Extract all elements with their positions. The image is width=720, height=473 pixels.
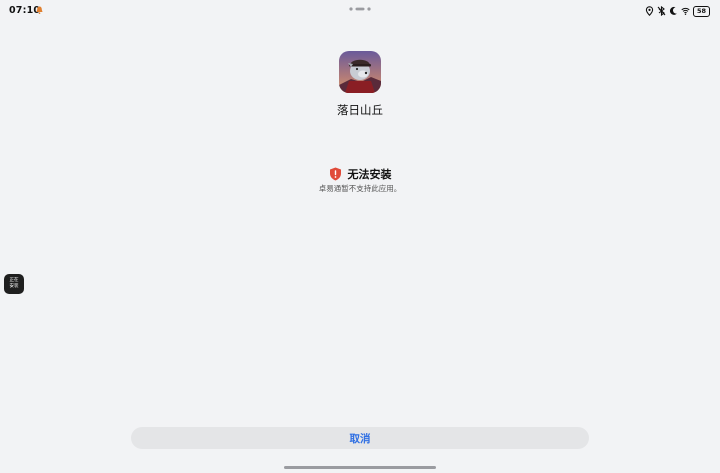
cancel-button[interactable]: 取消 <box>131 427 589 449</box>
do-not-disturb-moon-icon <box>669 6 677 15</box>
shield-warning-icon <box>329 167 341 181</box>
floating-button-line2: 安装 <box>9 284 19 289</box>
wifi-icon <box>681 7 690 15</box>
error-heading: 无法安装 <box>0 166 720 182</box>
status-bar: 07:10 58 <box>0 0 720 22</box>
error-title: 无法安装 <box>347 168 392 181</box>
app-icon <box>339 51 381 93</box>
error-description: 卓易通暂不支持此应用。 <box>318 184 402 193</box>
notification-bell-icon <box>36 6 43 14</box>
installing-floating-button[interactable]: 正在 安装 <box>4 274 24 294</box>
home-indicator[interactable] <box>284 466 436 469</box>
app-name: 落日山丘 <box>337 103 383 117</box>
multitask-handle-icon[interactable] <box>349 7 371 11</box>
location-icon <box>645 6 654 16</box>
bluetooth-off-icon <box>657 6 666 16</box>
status-icons: 58 <box>645 5 710 17</box>
battery-indicator: 58 <box>693 5 710 17</box>
